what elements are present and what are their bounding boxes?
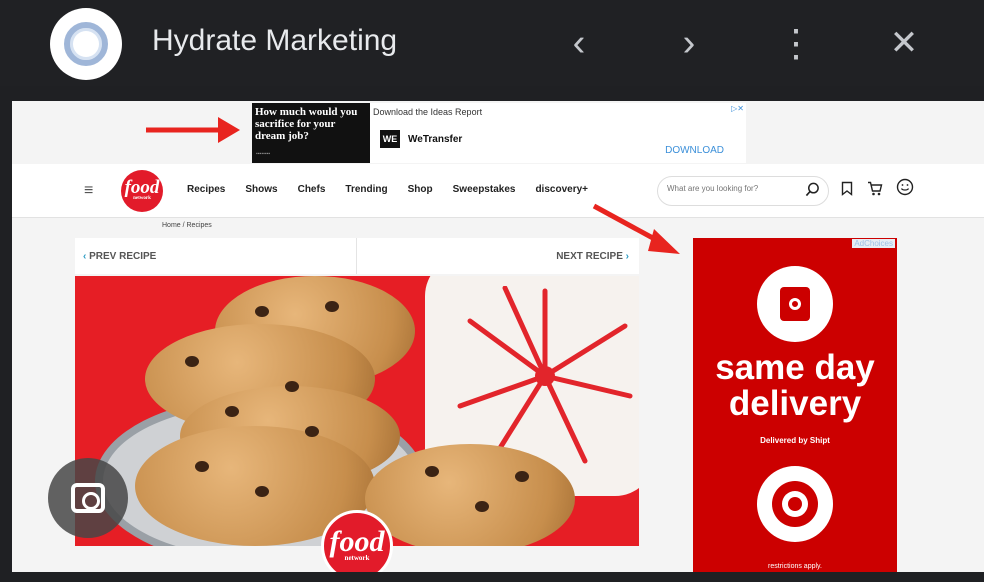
pager-divider: [356, 238, 357, 274]
wetransfer-logo-icon: WE: [380, 130, 400, 148]
menu-item-shop[interactable]: Shop: [408, 184, 433, 195]
chocolate-chip: [185, 356, 199, 367]
chocolate-chip: [325, 301, 339, 312]
chocolate-chip: [305, 426, 319, 437]
menu-item-recipes[interactable]: Recipes: [187, 184, 225, 195]
prev-recipe-label: PREV RECIPE: [89, 251, 157, 262]
ad-headline-text: How much would you sacrifice for your dr…: [255, 106, 358, 142]
menu-item-chefs[interactable]: Chefs: [298, 184, 326, 195]
more-options-icon[interactable]: ⋮: [772, 18, 820, 68]
target-logo-icon: [757, 466, 833, 542]
food-network-badge: food network: [321, 510, 393, 572]
cart-icon[interactable]: [867, 181, 883, 200]
logo-sub: network: [133, 196, 151, 201]
logo-word: food: [124, 177, 160, 198]
ad-download-link[interactable]: DOWNLOAD: [665, 145, 724, 156]
search-input[interactable]: [667, 184, 797, 193]
menu-item-shows[interactable]: Shows: [245, 184, 277, 195]
prev-recipe-link[interactable]: ‹ PREV RECIPE: [83, 251, 156, 262]
side-ad-headline: same day delivery: [693, 350, 897, 422]
viewer-title: Hydrate Marketing: [152, 24, 398, 57]
side-ad-headline-line2: delivery: [728, 384, 862, 423]
target-center: [788, 497, 802, 511]
lens-camera-icon: [71, 483, 105, 513]
chocolate-chip: [425, 466, 439, 477]
red-arrow-icon: [592, 203, 680, 254]
target-ring-outer: [772, 481, 818, 527]
next-button[interactable]: ›: [665, 18, 713, 68]
chocolate-chip: [515, 471, 529, 482]
main-menu: Recipes Shows Chefs Trending Shop Sweeps…: [187, 184, 608, 195]
hamburger-menu-icon[interactable]: ≡: [84, 182, 93, 200]
breadcrumb[interactable]: Home / Recipes: [162, 222, 212, 229]
screenshot-content: How much would you sacrifice for your dr…: [12, 101, 984, 572]
badge-logo-word: food: [329, 525, 385, 558]
chocolate-chip: [285, 381, 299, 392]
cookie-broken: [365, 444, 575, 546]
chocolate-chip: [195, 461, 209, 472]
ad-fine-print: ▪▪▪▪▪▪▪▪: [256, 151, 271, 157]
profile-icon[interactable]: [896, 178, 914, 200]
close-button[interactable]: ✕: [880, 18, 928, 68]
chocolate-chip: [475, 501, 489, 512]
search-icon[interactable]: [805, 182, 820, 201]
ad-report-text: Download the Ideas Report: [373, 107, 483, 117]
recipe-pager: ‹ PREV RECIPE NEXT RECIPE ›: [75, 238, 639, 274]
menu-item-discovery[interactable]: discovery+: [535, 184, 588, 195]
site-navbar: ≡ food network Recipes Shows Chefs Trend…: [12, 164, 984, 218]
adchoices-label[interactable]: AdChoices: [852, 239, 895, 248]
account-avatar[interactable]: [50, 8, 122, 80]
glass-star-decoration: [457, 286, 633, 464]
badge-logo-sub: network: [344, 554, 370, 562]
chocolate-chip: [225, 406, 239, 417]
shopping-bag-body: [780, 287, 810, 321]
top-banner-ad[interactable]: How much would you sacrifice for your dr…: [252, 103, 746, 163]
restrictions-text: restrictions apply.: [768, 563, 822, 570]
chocolate-chip: [255, 486, 269, 497]
previous-button[interactable]: ‹: [555, 18, 603, 68]
viewer-top-bar: Hydrate Marketing ‹ › ⋮ ✕: [0, 0, 984, 86]
google-lens-button[interactable]: [48, 458, 128, 538]
menu-item-sweepstakes[interactable]: Sweepstakes: [453, 184, 516, 195]
delivered-by-text: Delivered by Shipt: [760, 436, 830, 445]
chocolate-chip: [255, 306, 269, 317]
menu-item-trending[interactable]: Trending: [345, 184, 387, 195]
avatar-ring-icon: [64, 22, 108, 66]
ad-headline: How much would you sacrifice for your dr…: [252, 103, 370, 163]
food-network-logo[interactable]: food network: [121, 170, 163, 212]
red-arrow-icon: [146, 117, 240, 143]
target-ring-inner: [782, 491, 808, 517]
side-ad-target[interactable]: AdChoices same day delivery Delivered by…: [693, 238, 897, 572]
bookmark-icon[interactable]: [841, 181, 853, 200]
recipe-hero-image: [75, 276, 639, 546]
side-ad-headline-line1: same day: [715, 348, 875, 387]
ad-brand: WeTransfer: [408, 134, 463, 145]
adchoices-icon[interactable]: ▷✕: [731, 104, 744, 113]
shopping-bag-icon: [757, 266, 833, 342]
